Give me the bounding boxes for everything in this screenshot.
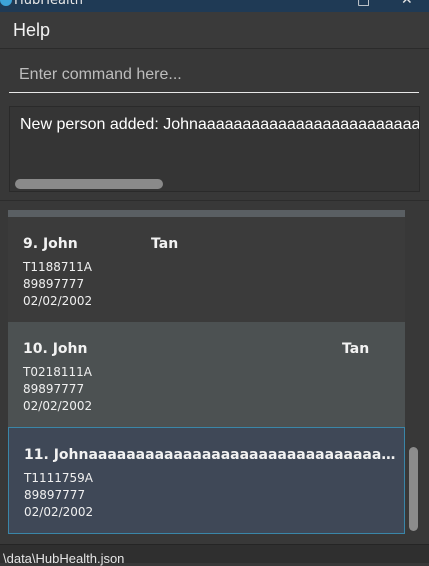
result-message: New person added: Johnaaaaaaaaaaaaaaaaaa… bbox=[20, 116, 420, 133]
save-location: \data\HubHealth.json bbox=[3, 551, 125, 566]
person-surname: Tan bbox=[342, 341, 370, 357]
menu-help[interactable]: Help bbox=[13, 20, 50, 41]
person-nric: T1111759A bbox=[24, 471, 93, 485]
person-card-selected[interactable]: 11. Johnaaaaaaaaaaaaaaaaaaaaaaaaaaaaaaaa… bbox=[8, 427, 405, 534]
window-title: HubHealth bbox=[14, 0, 83, 8]
person-dob: 02/02/2002 bbox=[23, 399, 93, 413]
person-phone: 89897777 bbox=[23, 277, 85, 291]
person-name: 9. John bbox=[23, 236, 78, 252]
person-card[interactable]: 9. John Tan T1188711A 89897777 02/02/200… bbox=[8, 217, 405, 322]
person-phone: 89897777 bbox=[23, 382, 85, 396]
horizontal-scrollbar[interactable] bbox=[15, 179, 163, 189]
person-list: 9. John Tan T1188711A 89897777 02/02/200… bbox=[0, 201, 429, 544]
person-phone: 89897777 bbox=[24, 488, 86, 502]
close-icon[interactable]: ✕ bbox=[401, 0, 413, 8]
status-bar: \data\HubHealth.json bbox=[0, 544, 429, 566]
command-box bbox=[9, 57, 419, 93]
title-bar: HubHealth □ ✕ bbox=[0, 0, 429, 12]
vertical-scrollbar[interactable] bbox=[409, 447, 418, 531]
person-dob: 02/02/2002 bbox=[23, 294, 93, 308]
result-display: New person added: Johnaaaaaaaaaaaaaaaaaa… bbox=[9, 106, 420, 192]
person-nric: T1188711A bbox=[23, 260, 92, 274]
person-name: 11. Johnaaaaaaaaaaaaaaaaaaaaaaaaaaaaaaaa… bbox=[24, 447, 396, 463]
maximize-icon[interactable]: □ bbox=[357, 0, 370, 8]
person-card[interactable]: 10. John Tan T0218111A 89897777 02/02/20… bbox=[8, 322, 405, 427]
person-nric: T0218111A bbox=[23, 365, 92, 379]
menu-bar: Help bbox=[0, 12, 429, 49]
command-input[interactable] bbox=[9, 57, 419, 92]
person-surname: Tan bbox=[151, 236, 179, 252]
app-logo-icon bbox=[0, 0, 12, 6]
list-card-edge bbox=[8, 210, 405, 217]
person-dob: 02/02/2002 bbox=[24, 505, 94, 519]
person-name: 10. John bbox=[23, 341, 88, 357]
